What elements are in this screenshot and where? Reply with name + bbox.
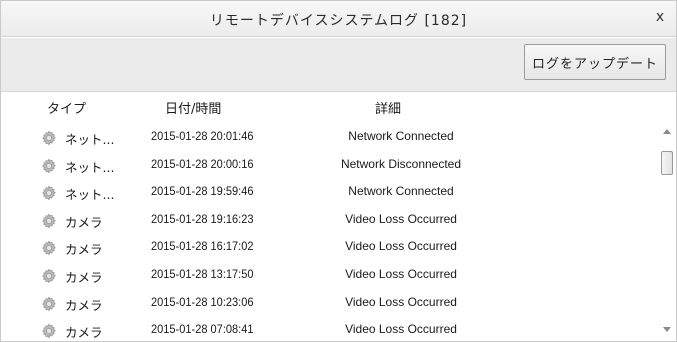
scrollbar-thumb[interactable] — [661, 151, 673, 175]
log-list: ネット... 2015-01-28 20:01:46 Network Connect… — [1, 123, 659, 341]
table-row[interactable]: カメラ 2015-01-28 07:08:41 Video Loss Occurre… — [1, 316, 659, 341]
table-row[interactable]: ネット... 2015-01-28 20:01:46 Network Connect… — [1, 123, 659, 153]
row-datetime: 2015-01-28 10:23:06 — [151, 294, 254, 309]
log-window: リモートデバイスシステムログ [182] x ログをアップデート タイプ 日付/… — [0, 0, 677, 342]
row-detail: Video Loss Occurred — [345, 294, 457, 309]
row-datetime: 2015-01-28 19:16:23 — [151, 211, 254, 226]
row-type: ネット... — [65, 132, 115, 147]
gear-icon — [41, 296, 57, 312]
row-datetime: 2015-01-28 19:59:46 — [151, 184, 254, 199]
update-log-button[interactable]: ログをアップデート — [524, 44, 666, 80]
row-datetime: 2015-01-28 07:08:41 — [151, 322, 254, 337]
arrow-up-icon[interactable] — [663, 129, 671, 134]
table-row[interactable]: カメラ 2015-01-28 19:16:23 Video Loss Occurre… — [1, 206, 659, 236]
gear-icon — [41, 130, 57, 146]
row-detail: Video Loss Occurred — [345, 267, 457, 281]
arrow-down-icon[interactable] — [663, 327, 671, 332]
vertical-scrollbar[interactable] — [659, 123, 676, 341]
table-row[interactable]: ネット... 2015-01-28 19:59:46 Network Connect… — [1, 178, 659, 208]
close-button[interactable]: x — [652, 9, 668, 27]
row-type: カメラ — [65, 242, 103, 258]
row-datetime: 2015-01-28 20:00:16 — [151, 156, 254, 171]
row-datetime: 2015-01-28 16:17:02 — [151, 239, 254, 254]
gear-icon — [41, 268, 57, 284]
gear-icon — [41, 158, 57, 174]
table-row[interactable]: カメラ 2015-01-28 10:23:06 Video Loss Occurre… — [1, 289, 659, 319]
column-header-type[interactable]: タイプ — [47, 98, 86, 117]
row-type: カメラ — [65, 214, 103, 230]
row-detail: Network Connected — [348, 129, 454, 143]
title-bar: リモートデバイスシステムログ [182] x — [1, 1, 676, 37]
row-type: ネット... — [65, 187, 115, 203]
row-type: カメラ — [65, 325, 103, 341]
row-detail: Network Connected — [348, 184, 454, 199]
row-detail: Video Loss Occurred — [345, 211, 457, 226]
row-type: カメラ — [65, 270, 103, 285]
table-header: タイプ 日付/時間 詳細 — [1, 93, 676, 121]
window-title: リモートデバイスシステムログ [182] — [209, 13, 468, 29]
gear-icon — [41, 240, 57, 256]
row-datetime: 2015-01-28 13:17:50 — [151, 267, 254, 281]
row-detail: Network Disconnected — [340, 156, 462, 171]
table-row[interactable]: ネット... 2015-01-28 20:00:16 Network Disconn… — [1, 151, 659, 181]
row-type: カメラ — [65, 297, 103, 313]
gear-icon — [41, 323, 57, 339]
row-detail: Video Loss Occurred — [345, 322, 457, 337]
gear-icon — [41, 213, 57, 229]
toolbar: ログをアップデート — [1, 38, 676, 92]
column-header-detail[interactable]: 詳細 — [375, 98, 401, 117]
column-header-datetime[interactable]: 日付/時間 — [165, 98, 221, 117]
gear-icon — [41, 185, 57, 201]
row-detail: Video Loss Occurred — [345, 239, 457, 254]
row-type: ネット... — [65, 159, 115, 175]
table-row[interactable]: カメラ 2015-01-28 13:17:50 Video Loss Occurre… — [1, 261, 659, 291]
row-datetime: 2015-01-28 20:01:46 — [151, 129, 254, 143]
table-row[interactable]: カメラ 2015-01-28 16:17:02 Video Loss Occurre… — [1, 233, 659, 263]
